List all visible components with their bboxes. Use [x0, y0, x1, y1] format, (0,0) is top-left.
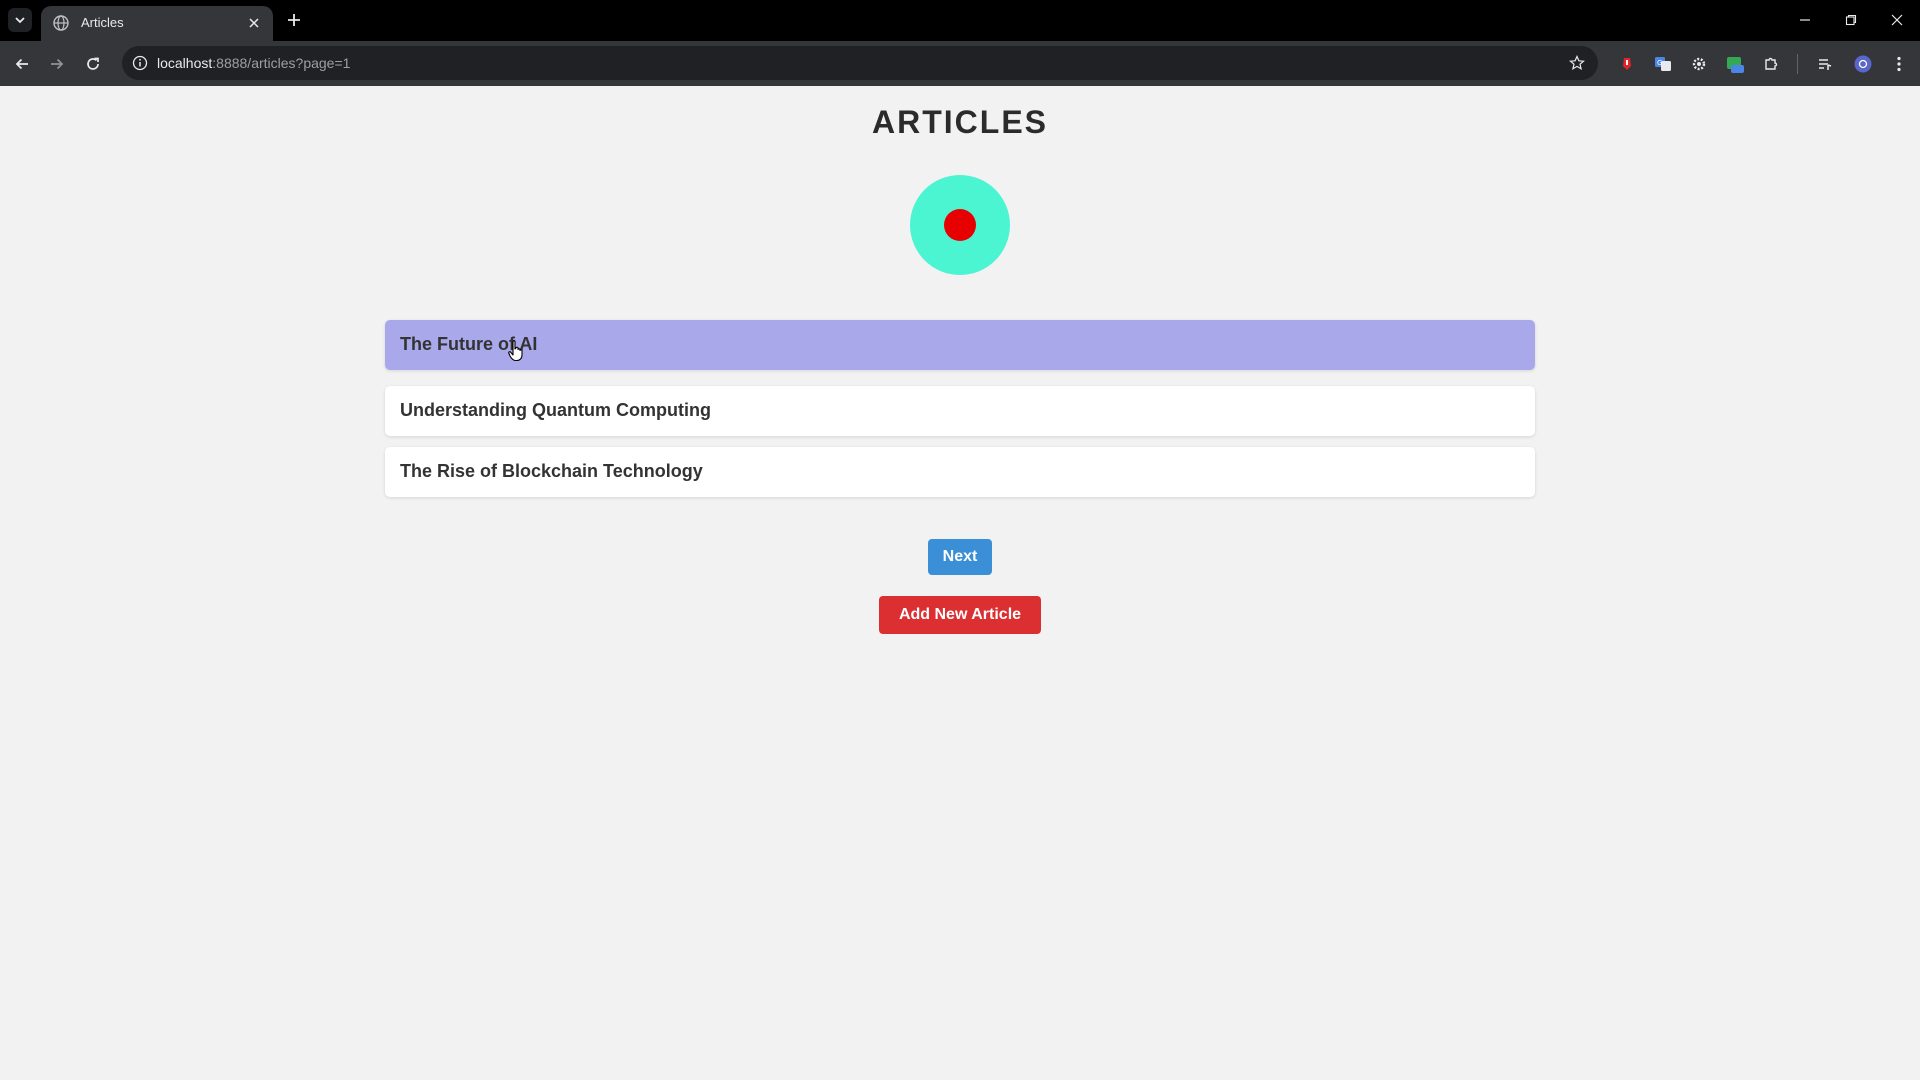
new-tab-icon[interactable] [282, 8, 306, 32]
back-arrow-icon[interactable] [9, 51, 35, 77]
minimize-icon[interactable] [1793, 8, 1817, 32]
browser-tab[interactable]: Articles [41, 6, 273, 41]
svg-text:G: G [1657, 59, 1662, 67]
logo-icon [910, 175, 1010, 275]
tab-title: Articles [81, 15, 124, 30]
gear-extension-icon[interactable] [1686, 51, 1712, 77]
profile-avatar-icon[interactable] [1850, 51, 1876, 77]
site-info-icon[interactable] [128, 51, 152, 75]
media-queue-icon[interactable] [1812, 51, 1838, 77]
article-title: The Rise of Blockchain Technology [400, 461, 703, 481]
address-bar[interactable]: localhost:8888/articles?page=1 [122, 46, 1598, 80]
hand-pointer-icon [508, 340, 526, 367]
article-title: Understanding Quantum Computing [400, 400, 711, 420]
next-page-button[interactable]: Next [928, 539, 992, 575]
translate-icon[interactable]: G [1650, 51, 1676, 77]
tab-search-chevron-icon[interactable] [8, 8, 32, 32]
browser-tab-bar: Articles [0, 0, 1920, 41]
reload-icon[interactable] [80, 51, 106, 77]
extensions-puzzle-icon[interactable] [1758, 51, 1784, 77]
url-host: localhost [157, 55, 213, 71]
globe-icon [53, 15, 69, 36]
restore-icon[interactable] [1839, 8, 1863, 32]
toolbar-divider [1797, 54, 1798, 74]
page-body: ARTICLES The Future of AI Understanding … [0, 86, 1920, 1080]
close-tab-icon[interactable] [245, 14, 263, 32]
page-title: ARTICLES [872, 104, 1048, 140]
badge-extension-icon[interactable] [1722, 51, 1748, 77]
close-window-icon[interactable] [1885, 8, 1909, 32]
url-path: :8888/articles?page=1 [212, 55, 351, 71]
article-item[interactable]: Understanding Quantum Computing [385, 386, 1535, 436]
red-extension-icon[interactable] [1614, 51, 1640, 77]
bookmark-star-icon[interactable] [1566, 52, 1588, 74]
add-article-button[interactable]: Add New Article [879, 596, 1041, 634]
forward-arrow-icon[interactable] [44, 51, 70, 77]
logo-dot [944, 209, 976, 241]
article-item[interactable]: The Future of AI [385, 320, 1535, 370]
article-item[interactable]: The Rise of Blockchain Technology [385, 447, 1535, 497]
url-text: localhost:8888/articles?page=1 [157, 55, 350, 71]
menu-dots-icon[interactable] [1886, 51, 1912, 77]
